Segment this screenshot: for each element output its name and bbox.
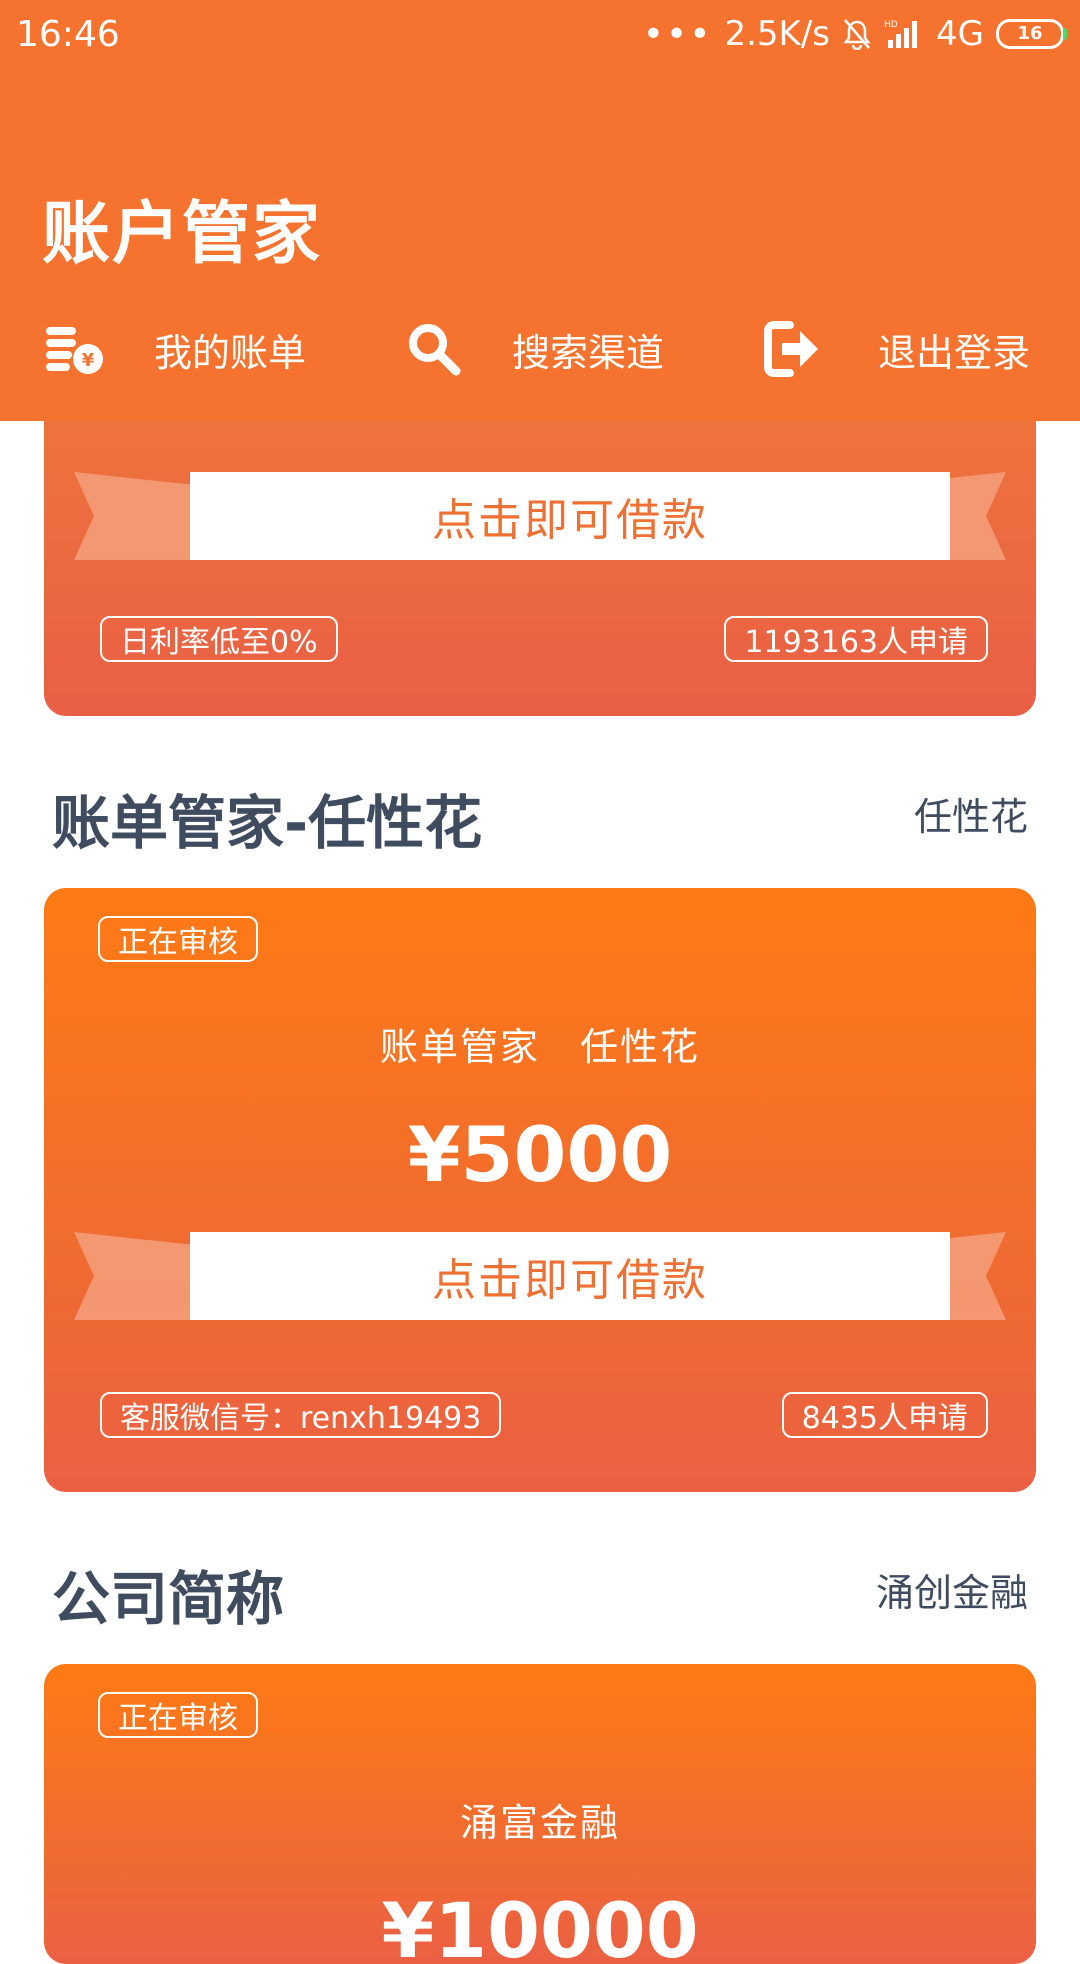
loan-amount: ¥5000: [407, 1110, 673, 1199]
net-speed: 2.5K/s: [724, 14, 831, 54]
section-title: 公司简称: [52, 1565, 285, 1633]
product-name: 涌富金融: [459, 1801, 620, 1845]
status-indicators: ••• 2.5K/s HD 4G 16: [642, 13, 1067, 55]
loan-amount: ¥10000: [381, 1886, 699, 1964]
interest-rate-tag: 日利率低至0%: [100, 616, 338, 662]
svg-text:HD: HD: [884, 20, 898, 30]
bill-coin-icon: ¥: [46, 327, 103, 374]
status-badge: 正在审核: [98, 916, 258, 962]
signal-icon: HD: [884, 20, 918, 48]
page-title: 账户管家: [42, 195, 323, 274]
battery-level: 16: [1017, 23, 1043, 44]
nav-my-bills[interactable]: ¥ 我的账单: [44, 312, 306, 386]
logout-icon: [764, 321, 818, 377]
nav-label: 退出登录: [878, 330, 1031, 375]
search-icon: [409, 324, 461, 376]
svg-text:¥: ¥: [82, 350, 95, 371]
section-subtitle: 涌创金融: [875, 1571, 1028, 1615]
applicant-count-tag: 8435人申请: [781, 1392, 988, 1438]
app-header: 16:46 ••• 2.5K/s HD 4G 16 账户管家 ¥ 我的账单 搜索…: [0, 0, 1080, 421]
network-type: 4G: [936, 14, 984, 54]
nav-label: 我的账单: [154, 330, 307, 375]
section-title: 账单管家-任性花: [52, 789, 483, 857]
nav-logout[interactable]: 退出登录: [762, 312, 1030, 386]
loan-card[interactable]: 正在审核 涌富金融 ¥10000: [44, 1664, 1036, 1964]
borrow-now-button[interactable]: 点击即可借款: [190, 472, 950, 560]
section-subtitle: 任性花: [913, 795, 1028, 839]
status-time: 16:46: [16, 14, 120, 55]
top-nav: ¥ 我的账单 搜索渠道 退出登录: [0, 312, 1080, 386]
ribbon-banner: 点击即可借款: [74, 472, 1006, 560]
bell-muted-icon: [843, 19, 871, 50]
more-dots-icon: •••: [642, 13, 713, 55]
status-badge: 正在审核: [98, 1692, 258, 1738]
wechat-id-tag: 客服微信号：renxh19493: [100, 1392, 502, 1438]
applicant-count-tag: 1193163人申请: [724, 616, 988, 662]
status-bar: 16:46 ••• 2.5K/s HD 4G 16: [0, 0, 1080, 70]
battery-icon: 16: [996, 19, 1067, 49]
product-name: 账单管家 任性花: [379, 1025, 700, 1069]
nav-search-channel[interactable]: 搜索渠道: [404, 312, 664, 386]
loan-card[interactable]: 正在审核 账单管家 任性花 ¥5000 点击即可借款 客服微信号：renxh19…: [44, 888, 1036, 1492]
nav-label: 搜索渠道: [512, 330, 665, 375]
ribbon-banner: 点击即可借款: [74, 1232, 1006, 1320]
borrow-now-button[interactable]: 点击即可借款: [190, 1232, 950, 1320]
